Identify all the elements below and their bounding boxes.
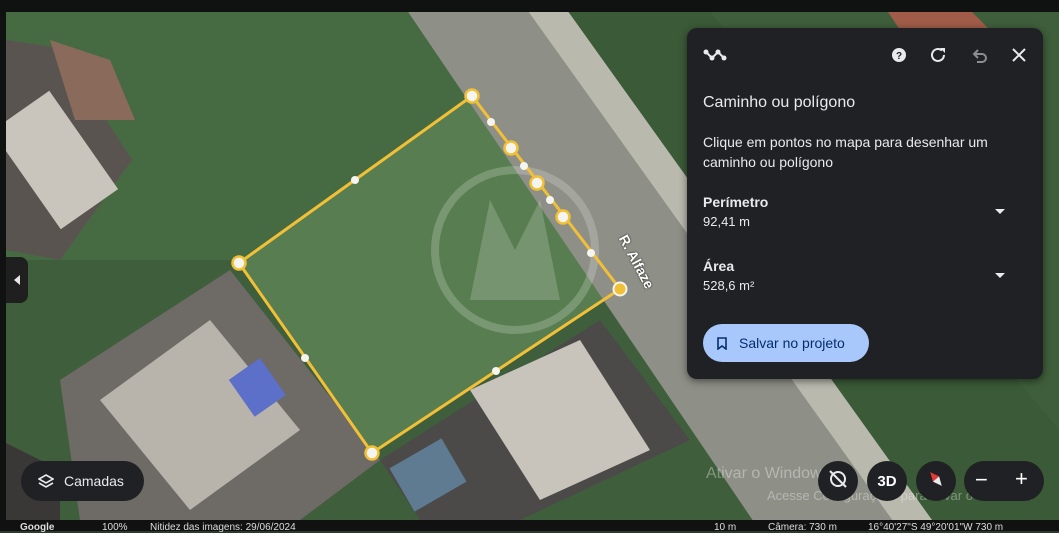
undo-icon[interactable] xyxy=(968,44,990,66)
perimeter-unit-dropdown-icon[interactable] xyxy=(995,209,1005,214)
zoom-level: 100% xyxy=(102,522,128,533)
zoom-controls: − + xyxy=(964,461,1044,501)
imagery-date: Nitidez das imagens: 29/06/2024 xyxy=(150,522,296,533)
chevron-left-icon xyxy=(14,275,20,285)
refresh-icon[interactable] xyxy=(927,44,949,66)
active-vertex xyxy=(612,281,628,297)
zoom-out-button[interactable]: − xyxy=(975,467,988,493)
activation-watermark-title: Ativar o Windows xyxy=(706,465,830,482)
close-icon[interactable] xyxy=(1008,44,1030,66)
bookmark-icon xyxy=(717,336,727,351)
scale-label: 10 m xyxy=(714,522,737,533)
panel-title: Caminho ou polígono xyxy=(703,94,856,111)
tilt-icon xyxy=(827,468,849,495)
reset-tilt-button[interactable] xyxy=(818,461,858,501)
window-top-edge xyxy=(0,0,1059,12)
coordinates: 16°40'27"S 49°20'01"W 730 m xyxy=(868,522,1004,533)
3d-toggle-button[interactable]: 3D xyxy=(867,461,907,501)
svg-text:?: ? xyxy=(896,51,902,62)
zoom-in-button[interactable]: + xyxy=(1015,466,1028,492)
layers-icon xyxy=(38,473,54,489)
path-tool-icon xyxy=(701,44,731,66)
help-icon[interactable]: ? xyxy=(889,45,909,65)
area-label: Área xyxy=(703,258,735,274)
area-value: 528,6 m² xyxy=(703,278,755,293)
perimeter-label: Perímetro xyxy=(703,194,769,210)
save-button-label: Salvar no projeto xyxy=(739,335,845,351)
panel-description: Clique em pontos no mapa para desenhar u… xyxy=(703,134,988,170)
compass-button[interactable] xyxy=(916,461,956,501)
layers-button[interactable]: Camadas xyxy=(21,461,144,501)
sidebar-toggle-button[interactable] xyxy=(6,257,28,303)
compass-icon xyxy=(925,468,947,495)
google-logo: Google xyxy=(20,522,55,533)
save-to-project-button[interactable]: Salvar no projeto xyxy=(703,324,869,362)
layers-label: Camadas xyxy=(64,473,124,489)
camera-altitude: Câmera: 730 m xyxy=(768,522,837,533)
measure-panel: ? Caminho ou polígono Clique em pontos n… xyxy=(687,28,1043,379)
panel-toolbar: ? xyxy=(687,28,1043,84)
area-unit-dropdown-icon[interactable] xyxy=(995,273,1005,278)
perimeter-value: 92,41 m xyxy=(703,214,750,229)
